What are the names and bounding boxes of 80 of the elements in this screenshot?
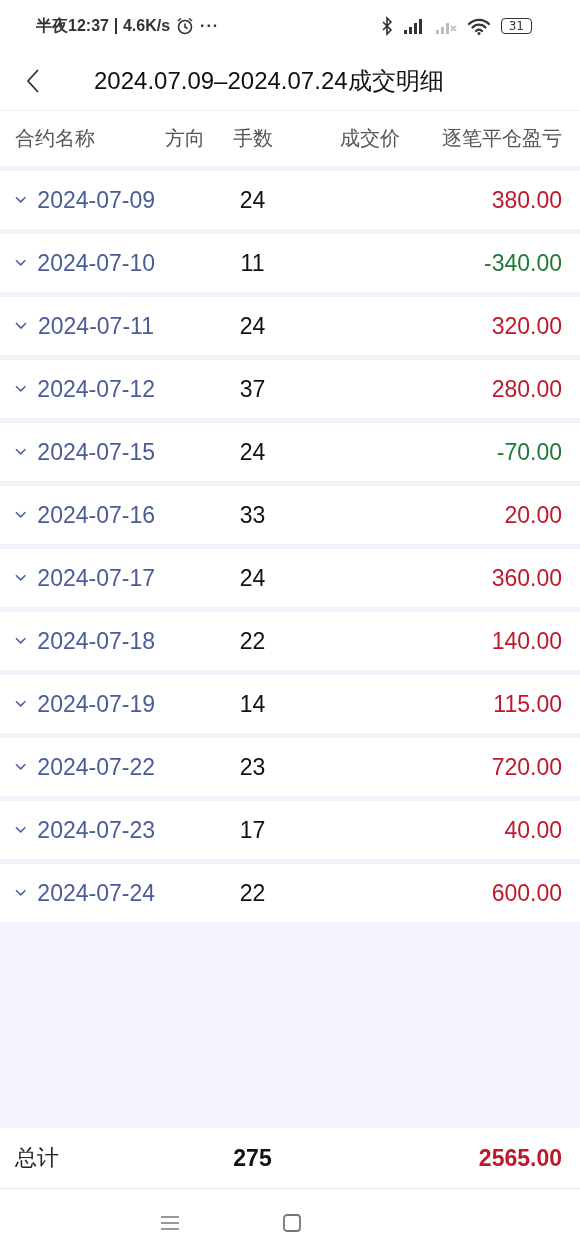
table-row[interactable]: 2024-07-23 17 40.00 [0, 801, 580, 859]
chevron-down-icon [15, 763, 27, 771]
date-cell: 2024-07-18 [37, 627, 155, 655]
chevron-down-icon [15, 574, 27, 582]
pnl-cell-text: -70.00 [495, 438, 562, 466]
more-indicator: ··· [200, 17, 220, 35]
chevron-down-icon [15, 637, 27, 645]
chevron-down-icon [15, 889, 27, 897]
lots-cell-text: 33 [238, 501, 267, 529]
column-header: 合约名称 [15, 125, 96, 152]
home-icon [283, 1214, 301, 1232]
date-cell: 2024-07-17 [37, 564, 155, 592]
table-row[interactable]: 2024-07-09 24 380.00 [0, 171, 580, 229]
table-row[interactable]: 2024-07-11 24 320.00 [0, 297, 580, 355]
total-label: 总计 [15, 1144, 60, 1172]
pnl-cell-text: 115.00 [492, 690, 562, 718]
pnl-cell-text: 720.00 [490, 753, 562, 781]
pnl-cell-text: 140.00 [490, 627, 562, 655]
column-header: 方向 [164, 125, 206, 152]
table-row[interactable]: 2024-07-16 33 20.00 [0, 486, 580, 544]
date-cell: 2024-07-22 [37, 753, 155, 781]
table-row[interactable]: 2024-07-24 22 600.00 [0, 864, 580, 922]
total-lots: 275 [232, 1144, 273, 1172]
lots-cell-text: 22 [238, 627, 267, 655]
pnl-cell-text: 380.00 [490, 186, 562, 214]
table-row[interactable]: 2024-07-18 22 140.00 [0, 612, 580, 670]
pnl-cell-text: 360.00 [490, 564, 562, 592]
pnl-cell-text: 20.00 [503, 501, 562, 529]
chevron-down-icon [15, 196, 27, 204]
table-row[interactable]: 2024-07-15 24 -70.00 [0, 423, 580, 481]
date-cell: 2024-07-10 [37, 249, 155, 277]
date-cell: 2024-07-11 [38, 312, 154, 340]
lots-cell-text: 11 [239, 249, 266, 277]
lots-cell-text: 24 [238, 438, 267, 466]
date-cell: 2024-07-23 [37, 816, 155, 844]
lots-cell-text: 17 [238, 816, 267, 844]
page-title: 2024.07.09–2024.07.24成交明细 [94, 66, 444, 96]
pnl-cell-text: 40.00 [503, 816, 562, 844]
pnl-cell-text: -340.00 [483, 249, 562, 277]
menu-icon [161, 1216, 179, 1230]
date-cell: 2024-07-12 [37, 375, 155, 403]
table-row[interactable]: 2024-07-17 24 360.00 [0, 549, 580, 607]
pnl-cell-text: 600.00 [490, 879, 562, 907]
date-cell: 2024-07-19 [37, 690, 155, 718]
lots-cell-text: 23 [238, 753, 267, 781]
table-row[interactable]: 2024-07-12 37 280.00 [0, 360, 580, 418]
column-header: 逐笔平仓盈亏 [441, 125, 562, 152]
column-header: 手数 [231, 125, 274, 152]
column-header: 成交价 [339, 125, 401, 152]
wifi-icon [466, 17, 491, 35]
table-row[interactable]: 2024-07-10 11 -340.00 [0, 234, 580, 292]
network-speed: 4.6K/s [122, 17, 171, 35]
battery-indicator: 31 [500, 18, 532, 34]
chevron-down-icon [15, 259, 27, 267]
chevron-down-icon [15, 826, 27, 834]
alarm-clock-icon [176, 17, 195, 35]
date-cell: 2024-07-09 [37, 186, 155, 214]
table-row[interactable]: 2024-07-19 14 115.00 [0, 675, 580, 733]
signal-icon [402, 18, 425, 34]
lots-cell-text: 24 [238, 312, 267, 340]
chevron-down-icon [15, 322, 27, 330]
chevron-down-icon [15, 385, 27, 393]
lots-cell-text: 14 [238, 690, 267, 718]
chevron-down-icon [15, 700, 27, 708]
lots-cell-text: 24 [238, 564, 267, 592]
clock: 半夜12:37 [36, 15, 109, 36]
date-cell: 2024-07-16 [37, 501, 155, 529]
back-icon [26, 68, 40, 94]
lots-cell-text: 24 [238, 186, 267, 214]
lots-cell-text: 37 [238, 375, 267, 403]
pnl-cell-text: 320.00 [490, 312, 562, 340]
bluetooth-icon [380, 16, 393, 36]
lots-cell-text: 22 [238, 879, 267, 907]
total-pnl: 2565.00 [477, 1144, 562, 1172]
pnl-cell-text: 280.00 [490, 375, 562, 403]
date-cell: 2024-07-15 [37, 438, 155, 466]
table-row[interactable]: 2024-07-22 23 720.00 [0, 738, 580, 796]
date-cell: 2024-07-24 [37, 879, 155, 907]
chevron-down-icon [15, 448, 27, 456]
chevron-down-icon [15, 511, 27, 519]
